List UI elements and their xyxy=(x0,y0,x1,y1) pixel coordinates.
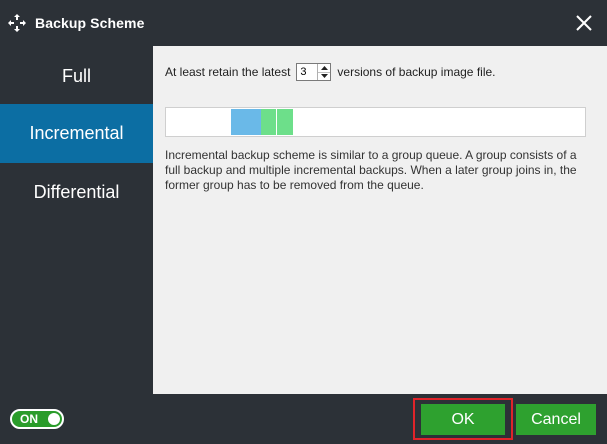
incremental-backup-block xyxy=(261,109,276,135)
triangle-down-icon xyxy=(320,74,328,79)
scheme-tabs: Full Incremental Differential xyxy=(0,46,153,394)
footer-bar: ON OK Cancel xyxy=(0,394,607,444)
retain-versions-row: At least retain the latest versions of b… xyxy=(165,63,496,81)
ok-button[interactable]: OK xyxy=(421,404,505,435)
scheme-content-panel: At least retain the latest versions of b… xyxy=(153,46,607,394)
tab-full[interactable]: Full xyxy=(0,46,153,106)
triangle-up-icon xyxy=(320,65,328,70)
stepper-up-button[interactable] xyxy=(318,64,330,72)
toggle-knob xyxy=(48,413,60,425)
versions-input[interactable] xyxy=(297,64,318,80)
backup-queue-diagram xyxy=(165,107,586,137)
toggle-label: ON xyxy=(20,412,38,426)
full-backup-block xyxy=(231,109,261,135)
tab-differential[interactable]: Differential xyxy=(0,162,153,222)
stepper-down-button[interactable] xyxy=(318,71,331,81)
backup-scheme-dialog: Backup Scheme Full Incremental Different… xyxy=(0,0,607,444)
scheme-description: Incremental backup scheme is similar to … xyxy=(165,148,577,192)
retain-prefix-label: At least retain the latest xyxy=(165,65,291,79)
title-bar: Backup Scheme xyxy=(0,0,607,46)
backup-arrows-icon xyxy=(8,14,26,32)
cancel-button[interactable]: Cancel xyxy=(516,404,596,435)
versions-stepper[interactable] xyxy=(296,63,332,81)
window-title: Backup Scheme xyxy=(35,15,145,31)
scheme-toggle[interactable]: ON xyxy=(10,409,64,429)
close-icon[interactable] xyxy=(573,12,595,34)
incremental-backup-block xyxy=(277,109,293,135)
stepper-arrows xyxy=(317,64,331,81)
retain-suffix-label: versions of backup image file. xyxy=(337,65,496,79)
tab-incremental[interactable]: Incremental xyxy=(0,104,153,163)
